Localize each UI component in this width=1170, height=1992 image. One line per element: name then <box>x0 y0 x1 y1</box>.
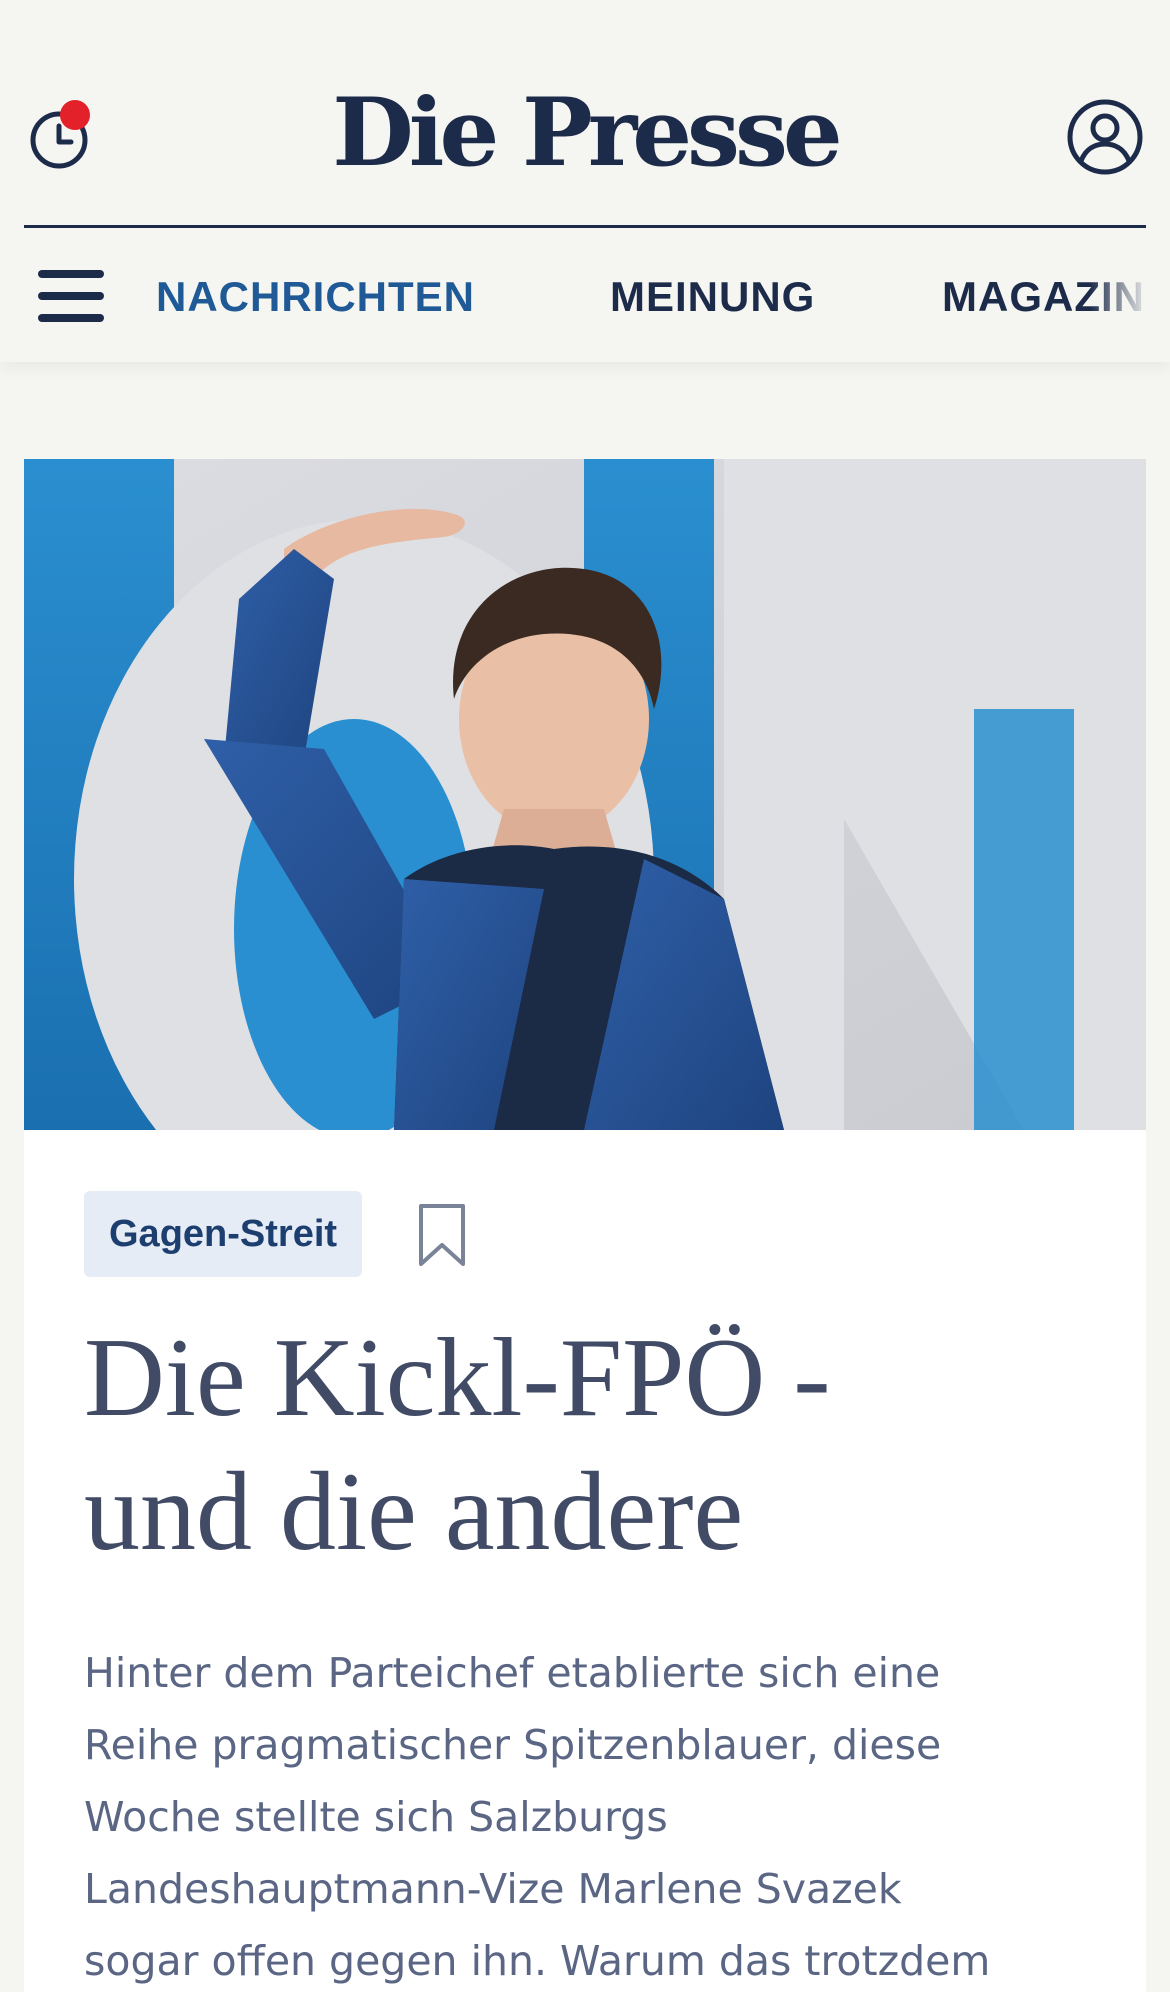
headline-line: und die andere <box>84 1450 744 1574</box>
topic-tag[interactable]: Gagen-Streit <box>84 1191 363 1277</box>
account-button[interactable] <box>1066 98 1144 176</box>
hero-photo <box>24 459 1146 1130</box>
article-teaser[interactable]: Hinter dem Parteichef etablierte sich ei… <box>84 1637 1114 1992</box>
teaser-line: Woche stellte sich Salzburgs <box>84 1793 668 1841</box>
teaser-line: Landeshauptmann-Vize Marlene Svazek <box>84 1865 902 1913</box>
bookmark-button[interactable] <box>416 1203 468 1267</box>
nav-item-nachrichten[interactable]: NACHRICHTEN <box>156 272 475 322</box>
article-headline[interactable]: Die Kickl-FPÖ - und die andere <box>84 1311 1084 1579</box>
nav-scroll-fade <box>1090 228 1170 362</box>
teaser-line: sogar offen gegen ihn. Warum das trotzde… <box>84 1937 991 1985</box>
teaser-line: Hinter dem Parteichef etablierte sich ei… <box>84 1649 941 1697</box>
bookmark-icon <box>419 1204 465 1266</box>
headline-line: Die Kickl-FPÖ - <box>84 1316 831 1440</box>
menu-button[interactable] <box>38 270 106 322</box>
teaser-line: Reihe pragmatischer Spitzenblauer, diese <box>84 1721 942 1769</box>
top-bar: Die Presse <box>0 0 1170 226</box>
site-header: Die Presse NACHRICHTEN MEINUNG MAGAZIN <box>0 0 1170 362</box>
user-circle-icon <box>1067 99 1143 175</box>
site-logo[interactable]: Die Presse <box>0 78 1170 188</box>
nav-item-meinung[interactable]: MEINUNG <box>610 272 815 322</box>
hamburger-icon <box>38 270 104 278</box>
article-card[interactable]: Gagen-Streit Die Kickl-FPÖ - und die and… <box>24 459 1146 1992</box>
section-nav: NACHRICHTEN MEINUNG MAGAZIN <box>0 228 1170 362</box>
hero-image[interactable] <box>24 459 1146 1130</box>
